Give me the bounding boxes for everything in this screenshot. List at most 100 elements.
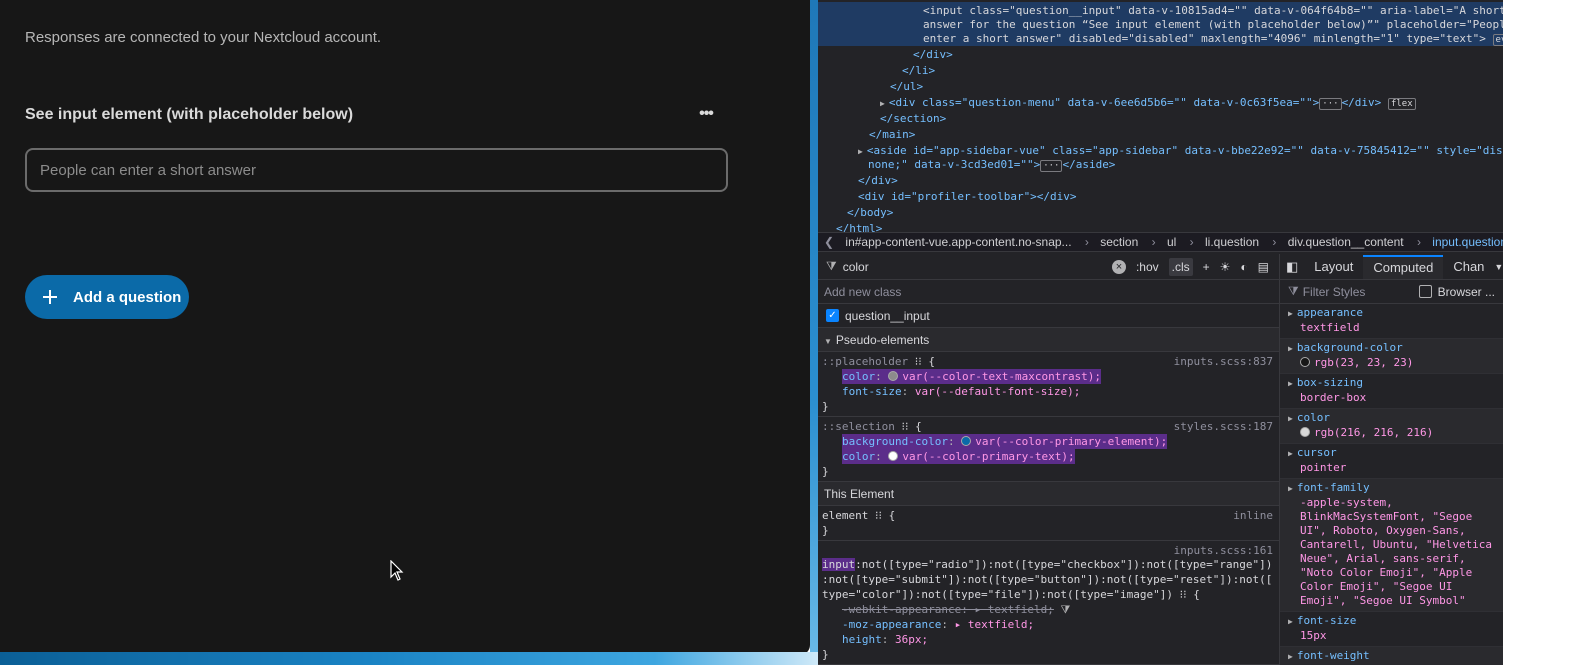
dom-node-question-menu[interactable]: ▶ <div class="question-menu" data-v-6ee6d… — [818, 95, 1503, 111]
mouse-pointer-icon — [390, 560, 404, 581]
computed-prop[interactable]: ▶font-weight400 — [1280, 647, 1503, 665]
add-class-input[interactable]: Add new class — [818, 280, 1279, 304]
computed-prop[interactable]: ▶ cursor pointer — [1280, 444, 1503, 479]
color-swatch[interactable] — [888, 451, 899, 461]
dom-node-profiler-toolbar[interactable]: <div id="profiler-toolbar"></div> — [818, 189, 1503, 205]
short-answer-input[interactable] — [25, 148, 728, 192]
dom-node-li-close[interactable]: </li> — [818, 63, 1503, 79]
expand-triangle-icon[interactable]: ▶ — [1288, 484, 1293, 493]
dom-node-main-close[interactable]: </main> — [818, 127, 1503, 143]
computed-prop[interactable]: ▶ font-size 15px — [1280, 612, 1503, 647]
expand-triangle-icon[interactable]: ▶ — [1288, 344, 1293, 353]
breadcrumb-item[interactable]: in#app-content-vue.app-content.no-snap..… — [845, 235, 1071, 249]
dom-node-section-close[interactable]: </section> — [818, 111, 1503, 127]
breadcrumb-item[interactable]: div.question__content — [1288, 235, 1404, 249]
breadcrumb: ❮ in#app-content-vue.app-content.no-snap… — [818, 232, 1503, 252]
rules-filter-bar: ⧩ color × :hov .cls + ☀ ◐ ▤ — [818, 254, 1279, 280]
chevron-left-icon[interactable]: ❮ — [824, 235, 834, 249]
rule-source-link[interactable]: inputs.scss:161 — [1174, 543, 1273, 558]
chevron-right-icon: › — [1151, 235, 1156, 249]
computed-prop[interactable]: ▶ appearance textfield — [1280, 304, 1503, 339]
rules-pane: ⧩ color × :hov .cls + ☀ ◐ ▤ Add new clas… — [818, 254, 1280, 665]
expand-triangle-icon[interactable]: ▶ — [1288, 414, 1293, 423]
rule-source-link: inline — [1233, 509, 1273, 522]
expand-triangle-icon[interactable]: ▶ — [1288, 617, 1293, 626]
devtools-panel: <input class="question__input" data-v-10… — [818, 0, 1503, 665]
breadcrumb-item[interactable]: section — [1100, 235, 1138, 249]
dom-node-body-close[interactable]: </body> — [818, 205, 1503, 221]
color-swatch[interactable] — [888, 371, 899, 381]
question-menu-button[interactable]: ••• — [692, 104, 720, 128]
add-rule-icon[interactable]: + — [1203, 260, 1210, 274]
color-swatch[interactable] — [1300, 357, 1310, 367]
add-question-button[interactable]: Add a question — [25, 275, 189, 319]
dark-mode-icon[interactable]: ◐ — [1240, 260, 1247, 274]
rule-source-link[interactable]: inputs.scss:837 — [1174, 354, 1273, 369]
chevron-right-icon: › — [1084, 235, 1089, 249]
collapsed-content-badge[interactable]: ··· — [1319, 98, 1342, 110]
computed-pane: ◧ Layout Computed Chan ▼ ⧩ Filter Styles… — [1280, 254, 1503, 665]
tab-changes[interactable]: Chan — [1443, 254, 1494, 280]
clear-filter-icon[interactable]: × — [1111, 259, 1126, 274]
filter-icon: ⧩ — [1288, 284, 1299, 298]
color-swatch[interactable] — [1300, 427, 1310, 437]
expand-triangle-icon[interactable]: ▶ — [880, 99, 885, 108]
filter-icon[interactable]: ⧩ — [1061, 603, 1071, 616]
class-toggle-row: ✓ question__input — [818, 304, 1279, 328]
chevron-right-icon: › — [1272, 235, 1277, 249]
sidebar-tabs: ◧ Layout Computed Chan ▼ — [1280, 254, 1503, 280]
question-title: See input element (with placeholder belo… — [25, 106, 354, 123]
hover-states-toggle[interactable]: :hov — [1136, 260, 1159, 274]
breadcrumb-item[interactable]: li.question — [1205, 235, 1259, 249]
collapsed-content-badge[interactable]: ··· — [1040, 160, 1063, 172]
desktop-background-strip — [0, 652, 818, 665]
dom-node-aside-cont: none;" data-v-3cd3ed01=""> ··· </aside> — [868, 158, 1116, 172]
pseudo-elements-header[interactable]: ▼ Pseudo-elements — [818, 328, 1279, 352]
tabs-overflow-icon[interactable]: ▼ — [1494, 262, 1503, 272]
print-media-icon[interactable]: ▤ — [1258, 260, 1269, 274]
tab-computed[interactable]: Computed — [1363, 254, 1444, 279]
filter-icon: ⧩ — [826, 259, 837, 273]
computed-filter-bar: ⧩ Filter Styles Browser ... — [1280, 280, 1503, 304]
add-question-label: Add a question — [73, 288, 182, 306]
form-intro-text: Responses are connected to your Nextclou… — [25, 29, 382, 46]
light-mode-icon[interactable]: ☀ — [1220, 260, 1231, 274]
selection-rule: styles.scss:187 ::selection ⁝⁝ { backgro… — [818, 417, 1279, 482]
computed-prop[interactable]: ▶ font-family -apple-system, BlinkMacSyste… — [1280, 479, 1503, 612]
expand-triangle-icon[interactable]: ▶ — [1288, 379, 1293, 388]
expand-triangle-icon[interactable]: ▶ — [858, 147, 863, 156]
tab-layout[interactable]: Layout — [1304, 254, 1363, 280]
classes-toggle[interactable]: .cls — [1168, 257, 1193, 276]
plus-icon — [41, 288, 59, 306]
breadcrumb-item-active[interactable]: input.question__input — [1432, 235, 1503, 249]
chevron-right-icon: › — [1416, 235, 1421, 249]
expand-triangle-icon[interactable]: ▶ — [1288, 449, 1293, 458]
expand-triangle-icon[interactable]: ▶ — [1288, 309, 1293, 318]
input-rule: inputs.scss:161 input:not([type="radio"]… — [818, 541, 1279, 665]
event-badge[interactable]: eve — [1492, 34, 1503, 46]
color-swatch[interactable] — [961, 436, 972, 446]
sidebar-toggle-icon[interactable]: ◧ — [1280, 254, 1304, 280]
rules-filter-input[interactable]: color — [843, 260, 1112, 274]
computed-prop[interactable]: ▶ background-color rgb(23, 23, 23) — [1280, 339, 1503, 374]
expand-triangle-icon[interactable]: ▶ — [1288, 652, 1293, 661]
computed-prop[interactable]: ▶ box-sizing border-box — [1280, 374, 1503, 409]
computed-prop[interactable]: ▶ color rgb(216, 216, 216) — [1280, 409, 1503, 444]
collapse-triangle-icon: ▼ — [824, 337, 832, 346]
forms-app-pane: Responses are connected to your Nextclou… — [0, 0, 810, 655]
class-checkbox[interactable]: ✓ — [826, 309, 839, 322]
desktop-background-edge — [810, 0, 818, 665]
this-element-header: This Element — [818, 482, 1279, 506]
browser-styles-toggle[interactable]: Browser ... — [1418, 285, 1495, 299]
flex-badge[interactable]: flex — [1387, 98, 1416, 110]
class-name: question__input — [845, 308, 930, 323]
dom-node-html-close[interactable]: </html> — [818, 221, 1503, 232]
dom-node-div-close[interactable]: </div> — [818, 47, 1503, 63]
computed-filter-input[interactable]: Filter Styles — [1303, 285, 1419, 299]
rule-source-link[interactable]: styles.scss:187 — [1174, 419, 1273, 434]
browser-styles-checkbox[interactable] — [1418, 285, 1432, 298]
dom-node-ul-close[interactable]: </ul> — [818, 79, 1503, 95]
dom-node-input-cont2: enter a short answer" disabled="disabled… — [818, 31, 1503, 47]
dom-node-div-close2[interactable]: </div> — [818, 173, 1503, 189]
breadcrumb-item[interactable]: ul — [1167, 235, 1176, 249]
